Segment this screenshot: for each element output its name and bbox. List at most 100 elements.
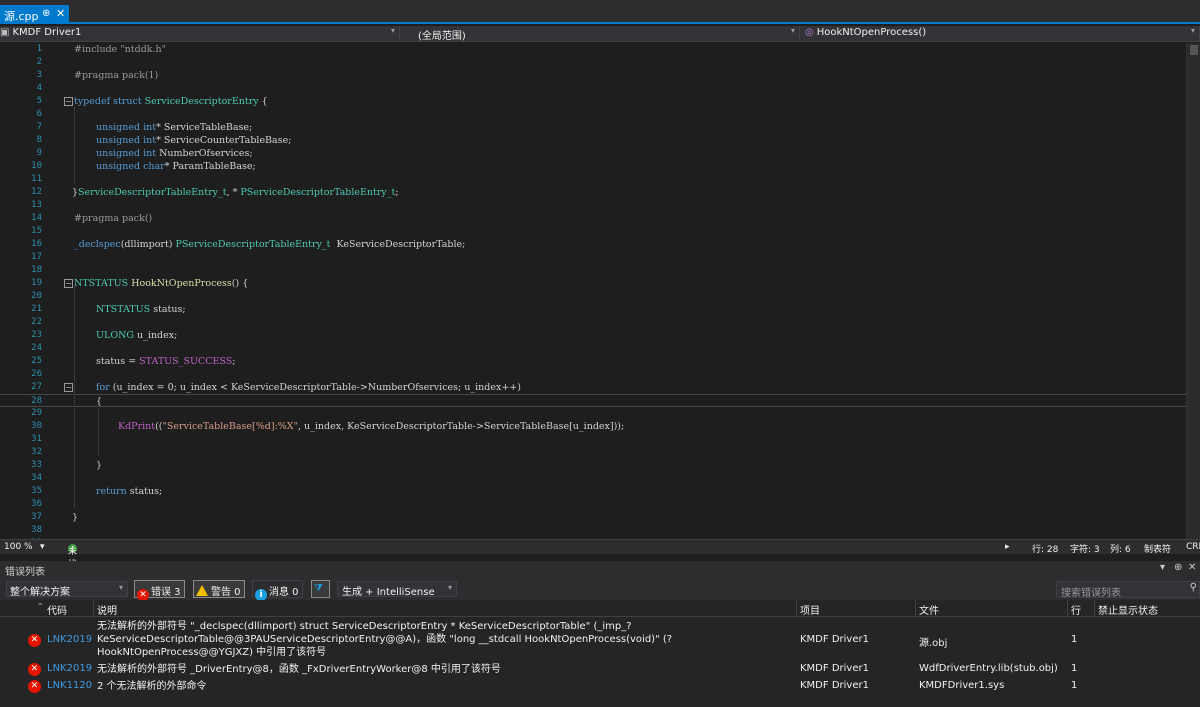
zoom-level[interactable]: 100 %: [4, 542, 33, 552]
code-line: 22: [31, 317, 42, 327]
error-list-title-bar: 错误列表 ▾ ⊕ ✕: [0, 561, 1200, 578]
column-header-line[interactable]: 行: [1071, 602, 1081, 617]
error-list-header: ⌃ 代码 说明 项目 文件 行 禁止显示状态: [0, 600, 1200, 617]
column-header-suppression[interactable]: 禁止显示状态: [1098, 602, 1158, 617]
error-code-link[interactable]: LNK2019: [47, 663, 92, 674]
code-line: 12}ServiceDescriptorTableEntry_t, * PSer…: [31, 187, 399, 198]
code-line: 30 KdPrint(("ServiceTableBase[%d]:%X", u_…: [31, 421, 625, 432]
char-indicator: 字符: 3: [1070, 545, 1100, 555]
errors-filter-button[interactable]: ✕ 错误 3: [134, 580, 185, 601]
code-line: 24: [31, 343, 42, 353]
code-line: 14 #pragma pack(): [31, 213, 153, 224]
error-line: 1: [1071, 663, 1078, 674]
code-line: 34: [31, 473, 42, 483]
code-line: 2: [36, 57, 42, 67]
error-line: 1: [1071, 634, 1078, 645]
column-header-code[interactable]: 代码: [47, 602, 67, 617]
collapse-icon[interactable]: −: [64, 383, 73, 392]
error-file: WdfDriverEntry.lib(stub.obj): [919, 663, 1058, 674]
sort-icon[interactable]: ⌃: [36, 602, 44, 613]
warnings-filter-button[interactable]: 警告 0: [193, 580, 245, 598]
error-file: 源.obj: [919, 638, 948, 649]
error-list-body: ✕ LNK2019 无法解析的外部符号 "_declspec(dllimport…: [0, 617, 1200, 707]
chevron-down-icon[interactable]: ▾: [40, 542, 45, 552]
chevron-down-icon: ▾: [118, 583, 123, 592]
tab-title: 源.cpp: [4, 10, 39, 23]
code-line: 17: [31, 252, 42, 262]
tabs-indicator[interactable]: 制表符: [1144, 542, 1171, 555]
code-line: 1 #include "ntddk.h": [36, 44, 167, 55]
collapse-icon[interactable]: −: [64, 279, 73, 288]
line-ending-indicator[interactable]: CRL: [1186, 542, 1200, 552]
collapse-icon[interactable]: −: [64, 97, 73, 106]
column-header-project[interactable]: 项目: [800, 602, 820, 617]
close-icon[interactable]: ✕: [56, 7, 65, 20]
error-code-link[interactable]: LNK2019: [47, 634, 92, 645]
chevron-down-icon: ▾: [447, 583, 452, 592]
filter-icon[interactable]: ⧩: [311, 580, 330, 598]
code-line: 13: [31, 200, 42, 210]
code-line: 26: [31, 369, 42, 379]
close-icon[interactable]: ✕: [1188, 562, 1196, 573]
code-line: 3 #pragma pack(1): [36, 70, 159, 81]
pin-icon[interactable]: ⊕: [1174, 562, 1182, 573]
scroll-right-icon[interactable]: ▸: [1005, 542, 1010, 552]
function-icon: ◎: [805, 27, 814, 38]
messages-filter-button[interactable]: i 消息 0: [252, 580, 303, 601]
vertical-scrollbar[interactable]: [1186, 43, 1200, 539]
column-indicator: 列: 6: [1110, 545, 1131, 555]
error-icon: ✕: [28, 680, 41, 693]
build-source-dropdown[interactable]: 生成 + IntelliSense ▾: [337, 581, 457, 598]
project-dropdown[interactable]: ▣ KMDF Driver1 ▾: [0, 26, 400, 41]
error-list-search-input[interactable]: 搜索错误列表 ⚲: [1056, 581, 1200, 599]
editor-status-row: 100 % ▾ ✓未找到相关问题 ▸ 行: 28 字符: 3 列: 6 制表符 …: [0, 539, 1200, 635]
tab-source-cpp[interactable]: 源.cpp ⊕ ✕: [0, 5, 69, 24]
error-icon: ✕: [28, 634, 41, 647]
chevron-down-icon[interactable]: ▾: [1160, 562, 1165, 573]
scope-dropdown[interactable]: (全局范围) ▾: [400, 26, 800, 42]
code-line: 5− typedef struct ServiceDescriptorEntry …: [36, 96, 268, 107]
column-header-description[interactable]: 说明: [97, 602, 117, 617]
column-header-file[interactable]: 文件: [919, 602, 939, 617]
table-row[interactable]: ✕ LNK2019 无法解析的外部符号 "_declspec(dllimport…: [0, 619, 1200, 659]
error-list-toolbar: 整个解决方案 ▾ ✕ 错误 3 警告 0 i 消息 0 ⧩ 生成 + Intelli…: [0, 577, 1200, 601]
code-line: 32: [31, 447, 42, 457]
table-row[interactable]: ✕ LNK1120 2 个无法解析的外部命令 KMDF Driver1 KMDF…: [0, 679, 1200, 695]
current-line: 28{: [0, 394, 1186, 407]
error-project: KMDF Driver1: [800, 634, 869, 645]
chevron-down-icon: ▾: [1190, 26, 1195, 35]
warning-icon: [196, 585, 208, 596]
error-description: 无法解析的外部符号 "_declspec(dllimport) struct S…: [97, 621, 673, 658]
error-icon: ✕: [28, 663, 41, 676]
code-line: 36: [31, 499, 42, 509]
code-line: 38: [31, 525, 42, 535]
code-editor[interactable]: 1 #include "ntddk.h" 2 3 #pragma pack(1) 4…: [0, 43, 1200, 539]
line-indicator: 行: 28: [1032, 545, 1059, 555]
code-line: 9 unsigned int NumberOfservices;: [36, 148, 253, 159]
member-dropdown[interactable]: ◎ HookNtOpenProcess() ▾: [800, 26, 1200, 41]
table-row[interactable]: ✕ LNK2019 无法解析的外部符号 _DriverEntry@8，函数 _F…: [0, 662, 1200, 678]
error-project: KMDF Driver1: [800, 663, 869, 674]
code-line: 15: [31, 226, 42, 236]
scope-filter-dropdown[interactable]: 整个解决方案 ▾: [6, 581, 128, 598]
code-line: 29: [31, 408, 42, 418]
code-line: 31: [31, 434, 42, 444]
code-line: 6: [36, 109, 42, 119]
project-icon: ▣: [0, 27, 10, 38]
code-line: 7 unsigned int* ServiceTableBase;: [36, 122, 253, 133]
scrollbar-thumb[interactable]: [1190, 45, 1198, 55]
code-line: 11: [31, 174, 42, 184]
search-icon: ⚲: [1189, 582, 1197, 593]
code-line: 27− for (u_index = 0; u_index < KeService…: [31, 382, 521, 393]
error-file: KMDFDriver1.sys: [919, 680, 1005, 691]
error-project: KMDF Driver1: [800, 680, 869, 691]
error-description: 2 个无法解析的外部命令: [97, 681, 207, 692]
code-line: 33}: [31, 460, 103, 471]
code-line: 21 NTSTATUS status;: [31, 304, 186, 315]
error-code-link[interactable]: LNK1120: [47, 680, 92, 691]
pin-icon[interactable]: ⊕: [42, 8, 50, 19]
code-line: 20: [31, 291, 42, 301]
code-line: 10 unsigned char* ParamTableBase;: [31, 161, 256, 172]
code-line: 19− NTSTATUS HookNtOpenProcess() {: [31, 278, 249, 289]
error-line: 1: [1071, 680, 1078, 691]
